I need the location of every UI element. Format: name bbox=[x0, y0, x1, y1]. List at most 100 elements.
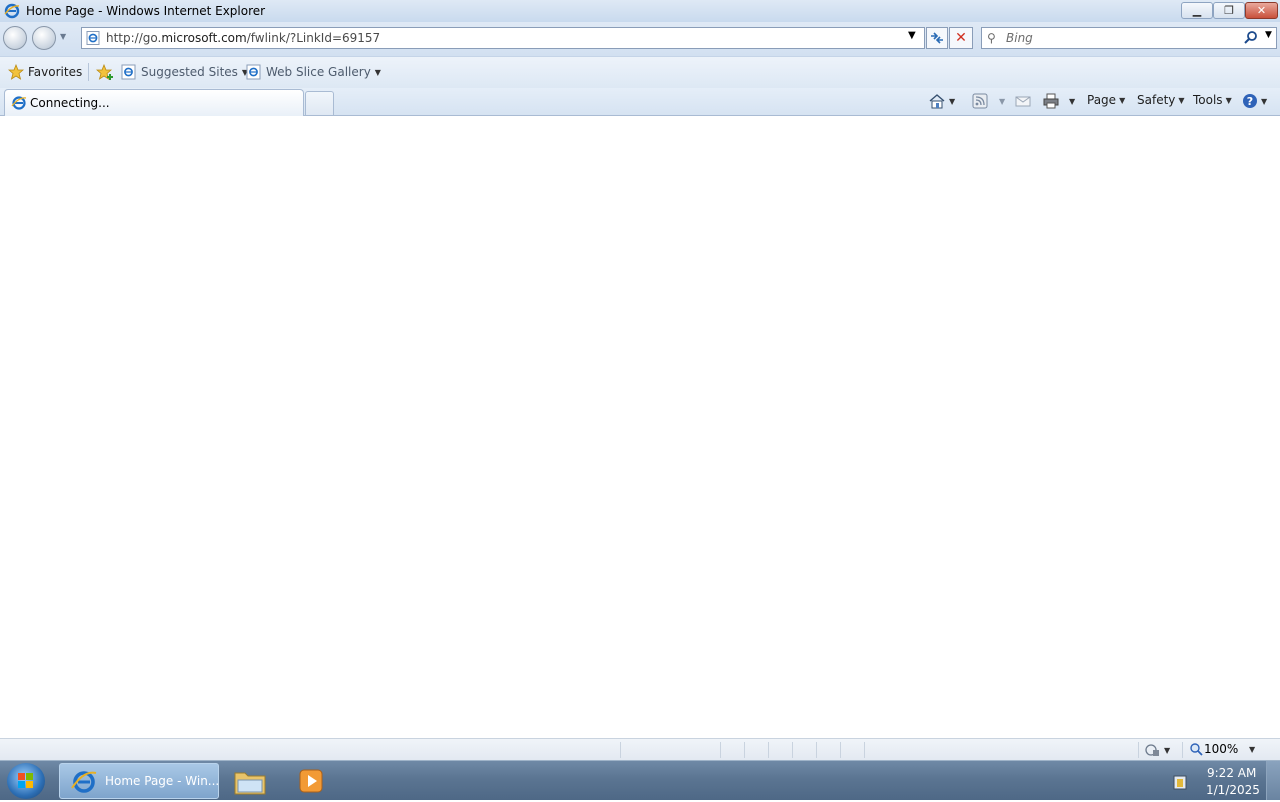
chevron-down-icon: ▼ bbox=[374, 67, 381, 77]
home-icon bbox=[929, 94, 945, 109]
svg-text:?: ? bbox=[1247, 95, 1253, 108]
stop-icon: ✕ bbox=[955, 30, 967, 46]
separator bbox=[792, 742, 793, 758]
search-provider-icon: ⚲ bbox=[987, 31, 996, 45]
taskbar: Home Page - Win... 9:22 AM 1/1/2025 bbox=[0, 760, 1280, 800]
ie-logo-icon bbox=[4, 3, 20, 19]
close-button[interactable]: ✕ bbox=[1245, 2, 1278, 19]
chevron-down-icon: ▼ bbox=[1164, 745, 1171, 755]
taskbar-ie-button[interactable]: Home Page - Win... bbox=[59, 763, 219, 799]
show-desktop-button[interactable] bbox=[1266, 761, 1280, 800]
recent-pages-dropdown-icon[interactable]: ▼ bbox=[60, 32, 70, 42]
favorites-label: Favorites bbox=[28, 65, 83, 79]
safety-menu-label: Safety bbox=[1137, 93, 1176, 107]
rss-feed-icon bbox=[972, 93, 988, 109]
back-button[interactable] bbox=[3, 26, 27, 50]
taskbar-ie-label: Home Page - Win... bbox=[105, 774, 220, 788]
chevron-down-icon[interactable]: ▼ bbox=[949, 97, 955, 106]
restore-icon: ❐ bbox=[1224, 4, 1234, 17]
ie-logo-icon bbox=[11, 96, 27, 110]
action-center-icon[interactable] bbox=[1171, 773, 1189, 791]
page-menu-label: Page bbox=[1087, 93, 1117, 107]
media-player-icon bbox=[299, 769, 323, 793]
refresh-icon bbox=[931, 32, 943, 44]
chevron-down-icon[interactable]: ▼ bbox=[1069, 97, 1075, 106]
separator bbox=[864, 742, 865, 758]
stop-button[interactable]: ✕ bbox=[949, 27, 973, 49]
separator bbox=[768, 742, 769, 758]
home-button[interactable]: ▼ bbox=[928, 93, 955, 109]
new-tab-button[interactable] bbox=[305, 91, 334, 115]
page-content[interactable] bbox=[0, 116, 1280, 738]
zoom-level[interactable]: 100% bbox=[1204, 742, 1238, 756]
help-menu[interactable]: ? ▼ bbox=[1242, 93, 1267, 109]
forward-button[interactable] bbox=[32, 26, 56, 50]
tools-menu-label: Tools bbox=[1193, 93, 1223, 107]
separator bbox=[840, 742, 841, 758]
separator bbox=[744, 742, 745, 758]
separator bbox=[1138, 742, 1139, 758]
tab-label: Connecting... bbox=[30, 96, 110, 110]
suggested-sites-button[interactable]: Suggested Sites ▼ bbox=[121, 64, 248, 80]
favorites-bar: Favorites Suggested Sites ▼ Web Slice Ga… bbox=[0, 56, 1280, 88]
chevron-down-icon[interactable]: ▼ bbox=[999, 97, 1005, 106]
separator bbox=[720, 742, 721, 758]
taskbar-media-player-button[interactable] bbox=[291, 764, 331, 798]
web-slice-gallery-label: Web Slice Gallery bbox=[266, 65, 371, 79]
window-title: Home Page - Windows Internet Explorer bbox=[26, 4, 266, 18]
chevron-down-icon: ▼ bbox=[1225, 95, 1232, 105]
mail-icon bbox=[1015, 96, 1031, 107]
navigation-bar: ▼ http://go.microsoft.com/fwlink/?LinkId… bbox=[0, 22, 1280, 56]
tab-connecting[interactable]: Connecting... bbox=[4, 89, 304, 116]
page-menu[interactable]: Page ▼ bbox=[1087, 93, 1125, 107]
folder-icon bbox=[234, 772, 266, 795]
clock-date[interactable]: 1/1/2025 bbox=[1206, 783, 1260, 797]
ie-page-icon bbox=[246, 64, 261, 80]
minimize-button[interactable]: ▁ bbox=[1181, 2, 1213, 19]
chevron-down-icon: ▼ bbox=[1261, 96, 1268, 106]
add-favorite-icon bbox=[96, 64, 113, 80]
security-zone-icon bbox=[1145, 744, 1159, 756]
star-icon bbox=[8, 64, 24, 80]
close-icon: ✕ bbox=[1256, 4, 1267, 17]
search-box[interactable]: ⚲ Bing ▼ bbox=[981, 27, 1277, 49]
restore-button[interactable]: ❐ bbox=[1213, 2, 1245, 19]
zoom-dropdown-icon[interactable]: ▼ bbox=[1249, 745, 1255, 754]
suggested-sites-label: Suggested Sites bbox=[141, 65, 238, 79]
search-options-dropdown-icon[interactable]: ▼ bbox=[1265, 30, 1272, 40]
add-to-favorites-bar-button[interactable] bbox=[96, 64, 114, 80]
minimize-icon: ▁ bbox=[1192, 4, 1202, 17]
feeds-button[interactable]: ▼ bbox=[972, 93, 1005, 109]
web-slice-gallery-button[interactable]: Web Slice Gallery ▼ bbox=[246, 64, 381, 80]
clock-time[interactable]: 9:22 AM bbox=[1207, 766, 1256, 780]
search-placeholder[interactable]: Bing bbox=[1006, 31, 1033, 45]
status-bar: ▼ 100% ▼ bbox=[0, 738, 1280, 760]
tools-menu[interactable]: Tools ▼ bbox=[1193, 93, 1232, 107]
printer-icon bbox=[1043, 93, 1059, 109]
address-bar[interactable]: http://go.microsoft.com/fwlink/?LinkId=6… bbox=[81, 27, 925, 49]
safety-menu[interactable]: Safety ▼ bbox=[1137, 93, 1185, 107]
read-mail-button[interactable] bbox=[1015, 93, 1031, 109]
address-url[interactable]: http://go.microsoft.com/fwlink/?LinkId=6… bbox=[106, 31, 380, 45]
magnifier-icon[interactable] bbox=[1244, 30, 1258, 46]
zoom-icon[interactable] bbox=[1189, 742, 1203, 756]
separator bbox=[1182, 742, 1183, 758]
separator bbox=[620, 742, 621, 758]
favorites-button[interactable]: Favorites bbox=[8, 64, 82, 80]
separator bbox=[816, 742, 817, 758]
protected-mode-button[interactable]: ▼ bbox=[1144, 742, 1170, 758]
ie-page-icon bbox=[121, 64, 136, 80]
print-button[interactable]: ▼ bbox=[1042, 93, 1075, 109]
separator bbox=[88, 63, 89, 81]
address-dropdown-icon[interactable]: ▼ bbox=[908, 30, 916, 41]
start-button[interactable] bbox=[7, 763, 45, 799]
help-icon: ? bbox=[1243, 94, 1257, 108]
windows-logo-icon bbox=[18, 773, 33, 788]
ie-logo-icon bbox=[71, 771, 97, 793]
title-bar: Home Page - Windows Internet Explorer ▁ … bbox=[0, 0, 1280, 22]
tab-and-command-bar: Connecting... ▼ ▼ ▼ Page ▼ Safety ▼ Tool… bbox=[0, 88, 1280, 116]
refresh-button[interactable] bbox=[926, 27, 948, 49]
page-icon bbox=[86, 31, 100, 45]
taskbar-explorer-button[interactable] bbox=[230, 764, 270, 798]
chevron-down-icon: ▼ bbox=[1119, 95, 1126, 105]
